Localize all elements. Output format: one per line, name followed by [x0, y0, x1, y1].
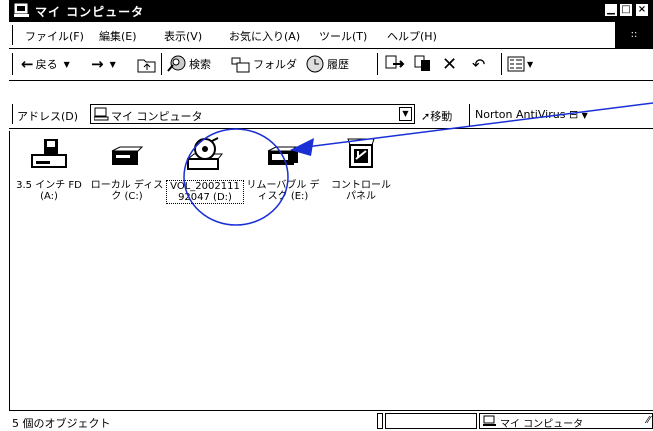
resize-grip-icon[interactable]: ⁄⁄ — [647, 415, 650, 426]
forward-arrow-icon: → — [91, 55, 104, 73]
views-icon — [507, 56, 525, 72]
cd-drive-icon — [186, 137, 224, 170]
history-icon — [306, 55, 324, 73]
address-value: マイ コンピュータ — [111, 110, 203, 123]
status-location: マイ コンピュータ — [500, 419, 584, 430]
back-dropdown-icon[interactable]: ▼ — [64, 60, 70, 69]
back-button[interactable]: ← 戻る ▼ — [21, 54, 70, 74]
close-button[interactable]: × — [635, 3, 649, 17]
status-pane-divider — [377, 413, 383, 429]
delete-icon: ✕ — [442, 53, 458, 75]
forward-button[interactable]: → ▼ — [91, 54, 116, 74]
address-combobox[interactable]: マイ コンピュータ ▼ — [90, 104, 415, 124]
hard-drive-icon — [111, 146, 144, 165]
menu-bar: ファイル(F) 編集(E) 表示(V) お気に入り(A) ツール(T) ヘルプ(… — [9, 22, 653, 49]
search-button[interactable]: 検索 — [167, 54, 211, 74]
copy-to-icon — [414, 55, 430, 71]
local-disk-item[interactable]: ローカル ディス ク (C:) — [88, 137, 166, 202]
undo-button[interactable]: ↶ — [472, 54, 485, 74]
item-label: VOL_2002111 92047 (D:) — [166, 180, 244, 204]
back-label: 戻る — [35, 58, 58, 71]
status-bar: 5 個のオブジェクト マイ コンピュータ ⁄⁄ — [9, 410, 653, 431]
up-folder-button[interactable] — [137, 54, 157, 74]
title-bar[interactable]: マイ コンピュータ ▁ □ × — [9, 0, 653, 22]
move-to-button[interactable] — [385, 54, 405, 74]
window-title: マイ コンピュータ — [35, 5, 145, 19]
history-label: 履歴 — [327, 58, 349, 71]
menu-grip[interactable] — [12, 25, 15, 45]
folders-button[interactable]: フォルダ — [231, 54, 297, 74]
status-pane-empty — [385, 413, 477, 429]
forward-dropdown-icon[interactable]: ▼ — [110, 60, 116, 69]
views-dropdown-icon[interactable]: ▼ — [527, 60, 533, 69]
my-computer-small-icon — [94, 107, 109, 121]
toolbar-grip[interactable] — [12, 53, 15, 75]
toolbar-separator — [501, 53, 503, 75]
up-folder-icon — [137, 59, 156, 72]
norton-dropdown-icon[interactable]: ▼ — [582, 111, 588, 120]
go-arrow-icon: ➚ — [421, 110, 431, 123]
item-label: ローカル ディス ク (C:) — [90, 180, 164, 202]
norton-label: Norton AntiVirus — [475, 108, 566, 121]
object-count: 5 個のオブジェクト — [12, 417, 111, 430]
go-button[interactable]: ➚移動 — [421, 108, 452, 124]
explorer-window: マイ コンピュータ ▁ □ × ファイル(F) 編集(E) 表示(V) お気に入… — [9, 0, 653, 430]
removable-disk-item[interactable]: リムーバブル デ ィスク (E:) — [244, 137, 322, 202]
address-dropdown-icon[interactable]: ▼ — [399, 107, 412, 121]
item-label: リムーバブル デ ィスク (E:) — [246, 180, 320, 202]
item-label: コントロール パネル — [331, 180, 391, 202]
delete-button[interactable]: ✕ — [442, 53, 458, 75]
control-panel-icon — [347, 138, 375, 168]
cd-drive-item[interactable]: VOL_2002111 92047 (D:) — [166, 137, 244, 204]
menu-edit[interactable]: 編集(E) — [99, 28, 137, 44]
file-list-view[interactable]: 3.5 インチ FD (A:) ローカル ディス ク (C:) VOL_2002… — [9, 131, 653, 410]
menu-favorites[interactable]: お気に入り(A) — [229, 28, 300, 44]
menu-view[interactable]: 表示(V) — [164, 28, 202, 44]
address-label: アドレス(D) — [17, 110, 79, 123]
maximize-button[interactable]: □ — [619, 3, 633, 17]
views-button[interactable]: ▼ — [507, 54, 533, 74]
menu-help[interactable]: ヘルプ(H) — [387, 28, 437, 44]
copy-to-button[interactable] — [414, 54, 434, 74]
my-computer-icon — [14, 3, 29, 17]
folders-label: フォルダ — [253, 58, 297, 71]
menu-file[interactable]: ファイル(F) — [25, 28, 84, 44]
toolbar-separator — [161, 53, 163, 75]
norton-antivirus-button[interactable]: Norton AntiVirus ⊟ ▼ — [475, 108, 588, 121]
minimize-button[interactable]: ▁ — [604, 3, 618, 17]
back-arrow-icon: ← — [21, 55, 34, 73]
go-label: 移動 — [430, 110, 453, 123]
address-grip[interactable] — [12, 104, 15, 124]
my-computer-status-icon — [483, 415, 496, 426]
control-panel-item[interactable]: コントロール パネル — [322, 137, 400, 202]
move-to-icon — [385, 55, 405, 69]
toolbar-separator — [377, 53, 379, 75]
status-location-pane: マイ コンピュータ ⁄⁄ — [479, 413, 653, 430]
standard-toolbar: ← 戻る ▼ → ▼ 検索 フォルダ 履歴 ✕ ↶ ▼ — [9, 48, 653, 81]
menu-tools[interactable]: ツール(T) — [319, 28, 367, 44]
search-label: 検索 — [189, 58, 211, 71]
folders-icon — [231, 57, 250, 72]
search-icon — [167, 55, 186, 72]
norton-icon: ⊟ — [568, 108, 579, 121]
undo-icon: ↶ — [472, 54, 486, 74]
item-label: 3.5 インチ FD (A:) — [16, 180, 82, 202]
history-button[interactable]: 履歴 — [305, 54, 349, 74]
floppy-drive-icon — [31, 139, 67, 168]
throbber: :: — [615, 22, 653, 48]
floppy-drive-item[interactable]: 3.5 インチ FD (A:) — [10, 137, 88, 202]
address-bar: アドレス(D) マイ コンピュータ ▼ ➚移動 Norton AntiVirus… — [9, 101, 653, 129]
address-separator — [469, 104, 471, 126]
removable-drive-icon — [267, 146, 300, 165]
